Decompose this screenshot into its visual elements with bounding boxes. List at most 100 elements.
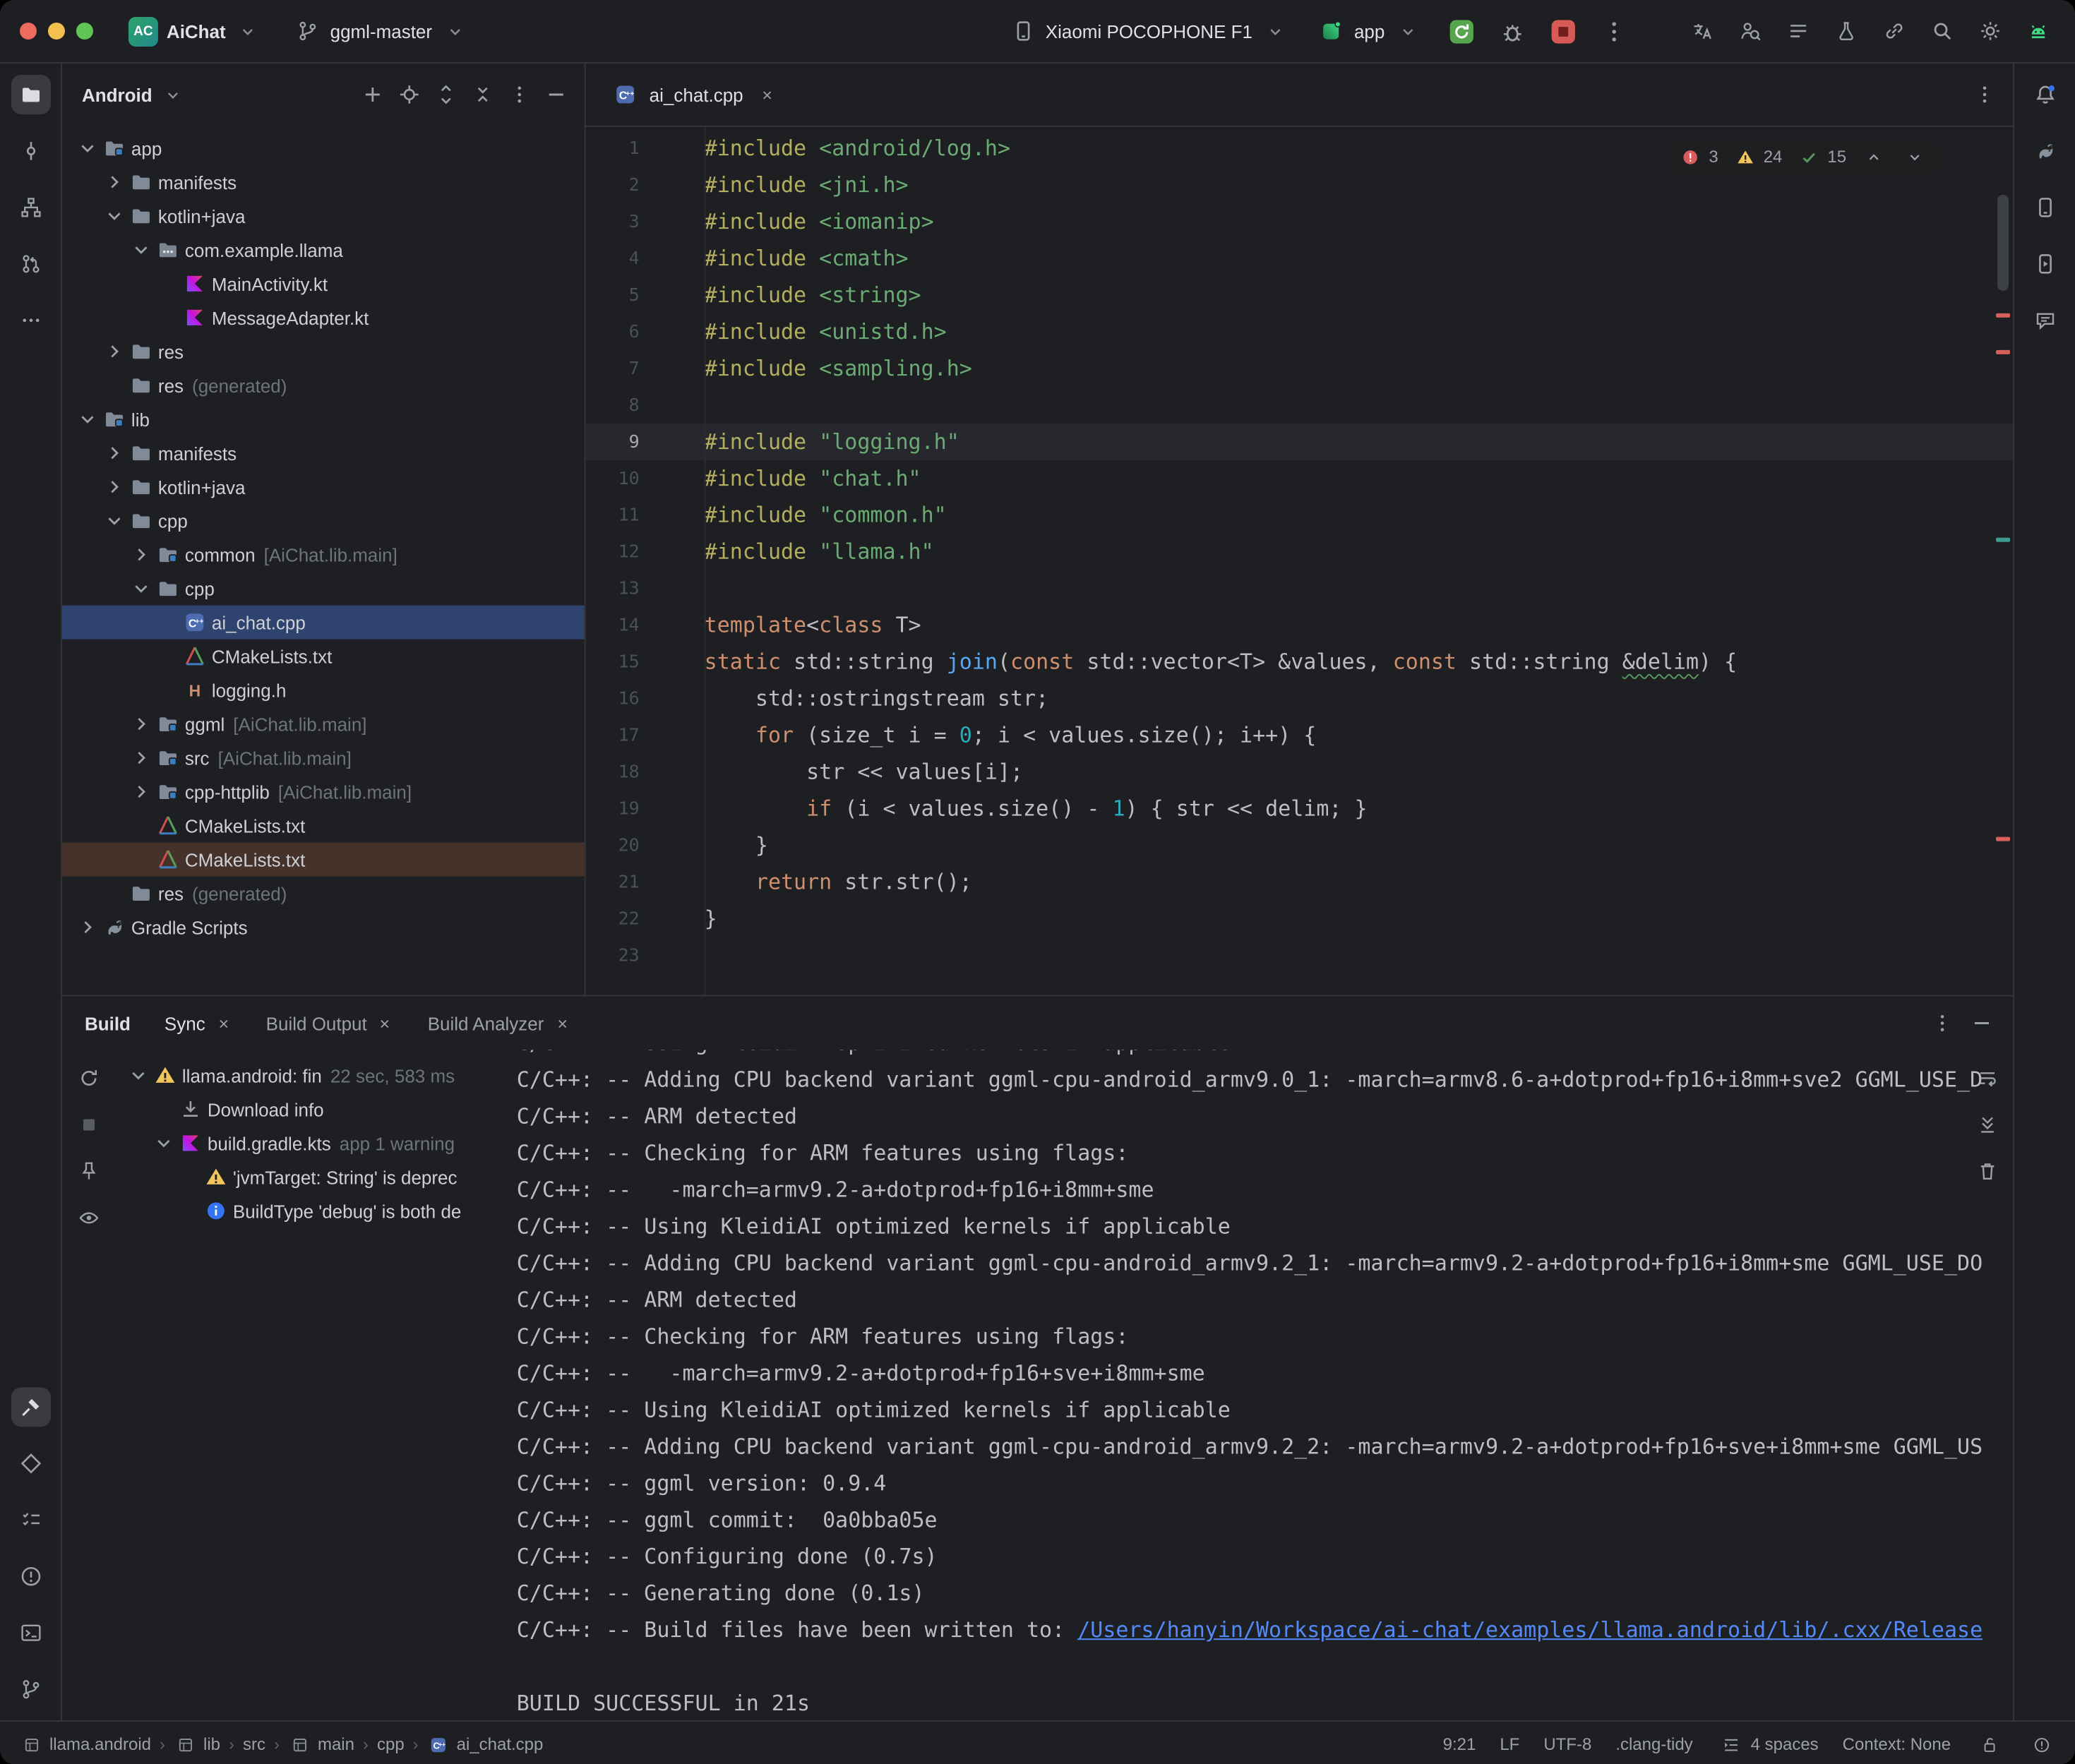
close-tab-icon[interactable] [551,1009,573,1038]
prev-problem-icon[interactable] [1859,143,1887,171]
tree-item[interactable]: cpp [62,572,585,606]
tree-item[interactable]: cpp-httplib[AiChat.lib.main] [62,775,585,809]
settings-button[interactable] [1971,11,2010,51]
search-button[interactable] [1922,11,1962,51]
more-button[interactable] [11,301,50,340]
passed-count[interactable]: 15 [1795,143,1846,171]
tree-item[interactable]: Download info [116,1092,500,1126]
tree-item[interactable]: src[AiChat.lib.main] [62,741,585,775]
error-stripe-mark[interactable] [1996,350,2010,354]
todo-list-button[interactable] [1778,11,1818,51]
debug-button[interactable] [1490,13,1533,49]
line-separator[interactable]: LF [1500,1734,1519,1754]
next-problem-icon[interactable] [1900,143,1928,171]
inspection-status-icon[interactable] [2027,1730,2055,1758]
code-line[interactable]: 5#include <string> [586,277,2013,313]
terminal-button[interactable] [11,1613,50,1652]
run-configuration-selector[interactable]: app [1308,13,1431,49]
project-button[interactable] [11,75,50,114]
code-line[interactable]: 7#include <sampling.h> [586,350,2013,387]
build-console[interactable]: C/C++: -- Using KleidiAI optimized kerne… [500,1050,2013,1720]
stop-square-icon[interactable] [75,1110,103,1139]
tree-item[interactable]: 'jvmTarget: String' is deprec [116,1160,500,1194]
vcs-branch-widget[interactable]: ggml-master [284,13,479,49]
tree-item[interactable]: CMakeLists.txt [62,843,585,877]
translate-button[interactable] [1682,11,1722,51]
tree-item[interactable]: res [62,335,585,368]
breadcrumb-item[interactable]: src [243,1734,265,1754]
tree-item[interactable]: res(generated) [62,368,585,402]
breadcrumb-item[interactable]: llama.android [20,1730,151,1758]
tree-item[interactable]: Gradle Scripts [62,911,585,944]
code-line[interactable]: 11#include "common.h" [586,497,2013,534]
tree-item[interactable]: ggml[AiChat.lib.main] [62,707,585,741]
collapse-icon[interactable] [466,80,500,109]
code-line[interactable]: 3#include <iomanip> [586,203,2013,240]
gradle-button[interactable] [2025,131,2064,171]
tree-item[interactable]: manifests [62,165,585,199]
inspections-widget[interactable]: 3 24 15 [1665,138,1939,175]
dependencies-button[interactable] [11,1444,50,1483]
code-line[interactable]: 8 [586,387,2013,424]
breadcrumb-item[interactable]: lib [174,1730,220,1758]
expand-icon[interactable] [429,80,463,109]
code-line[interactable]: 12#include "llama.h" [586,534,2013,570]
version-control-button[interactable] [11,1669,50,1709]
tree-item[interactable]: CMakeLists.txt [62,809,585,843]
preview-icon[interactable] [75,1204,103,1232]
tree-item[interactable]: C++ai_chat.cpp [62,606,585,640]
code-line[interactable]: 22} [586,901,2013,937]
code-line[interactable]: 14template<class T> [586,607,2013,644]
todo-button[interactable] [11,1500,50,1540]
soft-wrap-icon[interactable] [1973,1064,2002,1092]
problems-button[interactable] [11,1556,50,1596]
link-button[interactable] [1874,11,1914,51]
close-tab-icon[interactable] [213,1009,235,1038]
file-encoding[interactable]: UTF-8 [1543,1734,1591,1754]
code-line[interactable]: 21 return str.str(); [586,864,2013,901]
error-count[interactable]: 3 [1676,143,1718,171]
running-devices-button[interactable] [2025,244,2064,284]
tree-item[interactable]: MainActivity.kt [62,267,585,301]
scroll-end-icon[interactable] [1973,1110,2002,1139]
project-view-selector[interactable]: Android [82,80,188,109]
breadcrumb-item[interactable]: main [288,1730,354,1758]
hide-build-panel-icon[interactable] [1968,1009,1996,1038]
structure-button[interactable] [11,188,50,227]
info-stripe-mark[interactable] [1996,538,2010,542]
project-widget[interactable]: AC AiChat [119,12,273,50]
lock-icon[interactable] [1975,1730,2003,1758]
tree-item[interactable]: MessageAdapter.kt [62,301,585,335]
code-line[interactable]: 9#include "logging.h" [586,424,2013,460]
tree-item[interactable]: res(generated) [62,877,585,911]
profiler-button[interactable] [1730,11,1770,51]
test-flask-button[interactable] [1826,11,1866,51]
run-button[interactable] [1440,13,1482,49]
code-line[interactable]: 17 for (size_t i = 0; i < values.size();… [586,717,2013,754]
more-vertical-icon[interactable] [503,80,537,109]
zoom-window-button[interactable] [76,23,93,40]
tree-item[interactable]: build.gradle.ktsapp 1 warning [116,1126,500,1160]
build-tool-window-title[interactable]: Build [85,1013,131,1034]
indent-config[interactable]: 4 spaces [1717,1730,1819,1758]
code-line[interactable]: 10#include "chat.h" [586,460,2013,497]
context-widget[interactable]: Context: None [1843,1734,1951,1754]
code-line[interactable]: 13 [586,570,2013,607]
code-line[interactable]: 15static std::string join(const std::vec… [586,644,2013,680]
tree-item[interactable]: Hlogging.h [62,673,585,707]
editor-options-icon[interactable] [1971,80,1999,109]
console-link[interactable]: /Users/hanyin/Workspace/ai-chat/examples… [1077,1617,1983,1643]
tree-item[interactable]: BuildType 'debug' is both de [116,1194,500,1228]
pin-icon[interactable] [75,1157,103,1185]
tree-item[interactable]: com.example.llama [62,233,585,267]
code-line[interactable]: 23 [586,937,2013,974]
notifications-button[interactable] [2025,75,2064,114]
tree-item[interactable]: manifests [62,436,585,470]
close-tab-icon[interactable] [374,1009,397,1038]
editor-scrollbar[interactable] [1997,195,2009,291]
editor-body[interactable]: 1#include <android/log.h>2#include <jni.… [586,127,2013,995]
tree-item[interactable]: lib [62,402,585,436]
tree-item[interactable]: kotlin+java [62,470,585,504]
device-selector[interactable]: Xiaomi POCOPHONE F1 [999,13,1299,49]
tab-build-analyzer[interactable]: Build Analyzer [417,1004,585,1043]
